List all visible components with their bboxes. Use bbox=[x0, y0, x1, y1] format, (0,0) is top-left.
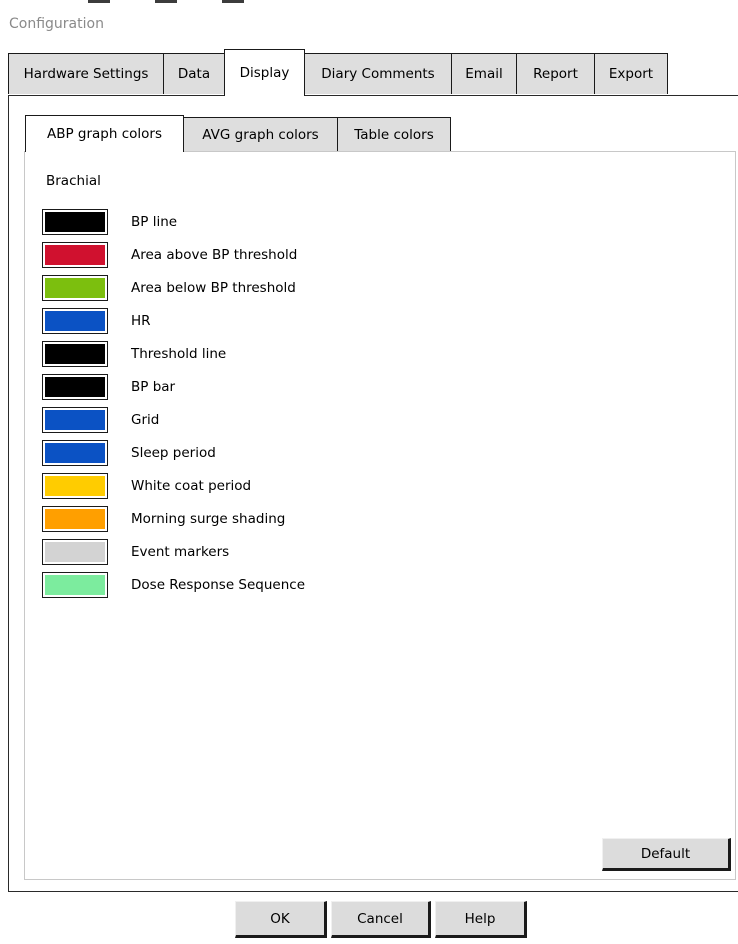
color-swatch-button[interactable] bbox=[42, 374, 108, 400]
color-fill bbox=[45, 278, 105, 298]
tab-email[interactable]: Email bbox=[451, 53, 517, 94]
color-row: Event markers bbox=[42, 539, 642, 565]
color-label: Dose Response Sequence bbox=[131, 577, 306, 593]
tab-avg-graph-colors[interactable]: AVG graph colors bbox=[183, 117, 338, 151]
color-swatch-button[interactable] bbox=[42, 506, 108, 532]
ok-button[interactable]: OK bbox=[235, 901, 327, 938]
tab-data[interactable]: Data bbox=[163, 53, 225, 94]
window-title: Configuration bbox=[9, 16, 104, 32]
section-label-brachial: Brachial bbox=[46, 173, 101, 189]
color-row: BP line bbox=[42, 209, 642, 235]
color-swatch-button[interactable] bbox=[42, 440, 108, 466]
color-label: White coat period bbox=[131, 478, 252, 494]
color-fill bbox=[45, 245, 105, 265]
color-row: HR bbox=[42, 308, 642, 334]
default-button[interactable]: Default bbox=[602, 838, 731, 871]
color-row: Morning surge shading bbox=[42, 506, 642, 532]
tab-label: Export bbox=[608, 66, 654, 82]
color-fill bbox=[45, 542, 105, 562]
tab-label: Data bbox=[177, 66, 211, 82]
tab-label: Table colors bbox=[354, 126, 434, 143]
color-row: BP bar bbox=[42, 374, 642, 400]
color-label: Grid bbox=[131, 412, 160, 428]
color-label: BP line bbox=[131, 214, 178, 230]
color-label: Area above BP threshold bbox=[131, 247, 298, 263]
color-swatch-button[interactable] bbox=[42, 242, 108, 268]
color-fill bbox=[45, 443, 105, 463]
color-swatch-button[interactable] bbox=[42, 539, 108, 565]
window-top-strip bbox=[0, 0, 738, 8]
cancel-button[interactable]: Cancel bbox=[331, 901, 431, 938]
color-label: Threshold line bbox=[131, 346, 227, 362]
color-fill bbox=[45, 377, 105, 397]
color-label: Morning surge shading bbox=[131, 511, 286, 527]
tab-hardware-settings[interactable]: Hardware Settings bbox=[8, 53, 164, 94]
abp-graph-colors-panel: Brachial BP line Area above BP threshold… bbox=[24, 151, 736, 880]
color-row: Area below BP threshold bbox=[42, 275, 642, 301]
color-fill bbox=[45, 410, 105, 430]
color-swatch-button[interactable] bbox=[42, 407, 108, 433]
color-fill bbox=[45, 311, 105, 331]
tab-abp-graph-colors[interactable]: ABP graph colors bbox=[25, 115, 184, 152]
tab-label: AVG graph colors bbox=[202, 126, 319, 143]
color-row: Grid bbox=[42, 407, 642, 433]
color-row: Dose Response Sequence bbox=[42, 572, 642, 598]
color-label: Event markers bbox=[131, 544, 230, 560]
tab-label: Hardware Settings bbox=[23, 66, 149, 82]
color-fill bbox=[45, 575, 105, 595]
color-swatch-button[interactable] bbox=[42, 341, 108, 367]
color-fill bbox=[45, 344, 105, 364]
color-row: White coat period bbox=[42, 473, 642, 499]
color-swatch-button[interactable] bbox=[42, 275, 108, 301]
color-row: Area above BP threshold bbox=[42, 242, 642, 268]
help-button[interactable]: Help bbox=[435, 901, 527, 938]
color-swatch-button[interactable] bbox=[42, 572, 108, 598]
tab-label: Diary Comments bbox=[321, 66, 435, 82]
color-swatch-button[interactable] bbox=[42, 473, 108, 499]
color-fill bbox=[45, 476, 105, 496]
color-row: Threshold line bbox=[42, 341, 642, 367]
tab-table-colors[interactable]: Table colors bbox=[337, 117, 451, 151]
tab-label: Display bbox=[239, 65, 290, 81]
tab-display[interactable]: Display bbox=[224, 49, 305, 96]
tab-report[interactable]: Report bbox=[516, 53, 595, 94]
tab-label: Email bbox=[465, 66, 503, 82]
color-label: BP bar bbox=[131, 379, 176, 395]
tab-label: Report bbox=[533, 66, 578, 82]
color-fill bbox=[45, 509, 105, 529]
color-label: Area below BP threshold bbox=[131, 280, 296, 296]
color-swatch-button[interactable] bbox=[42, 209, 108, 235]
color-label: Sleep period bbox=[131, 445, 216, 461]
tab-label: ABP graph colors bbox=[46, 126, 162, 142]
color-label: HR bbox=[131, 313, 151, 329]
tab-diary-comments[interactable]: Diary Comments bbox=[304, 53, 452, 94]
color-row: Sleep period bbox=[42, 440, 642, 466]
color-fill bbox=[45, 212, 105, 232]
tab-export[interactable]: Export bbox=[594, 53, 668, 94]
color-swatch-button[interactable] bbox=[42, 308, 108, 334]
display-tab-panel: ABP graph colors AVG graph colors Table … bbox=[8, 95, 738, 892]
